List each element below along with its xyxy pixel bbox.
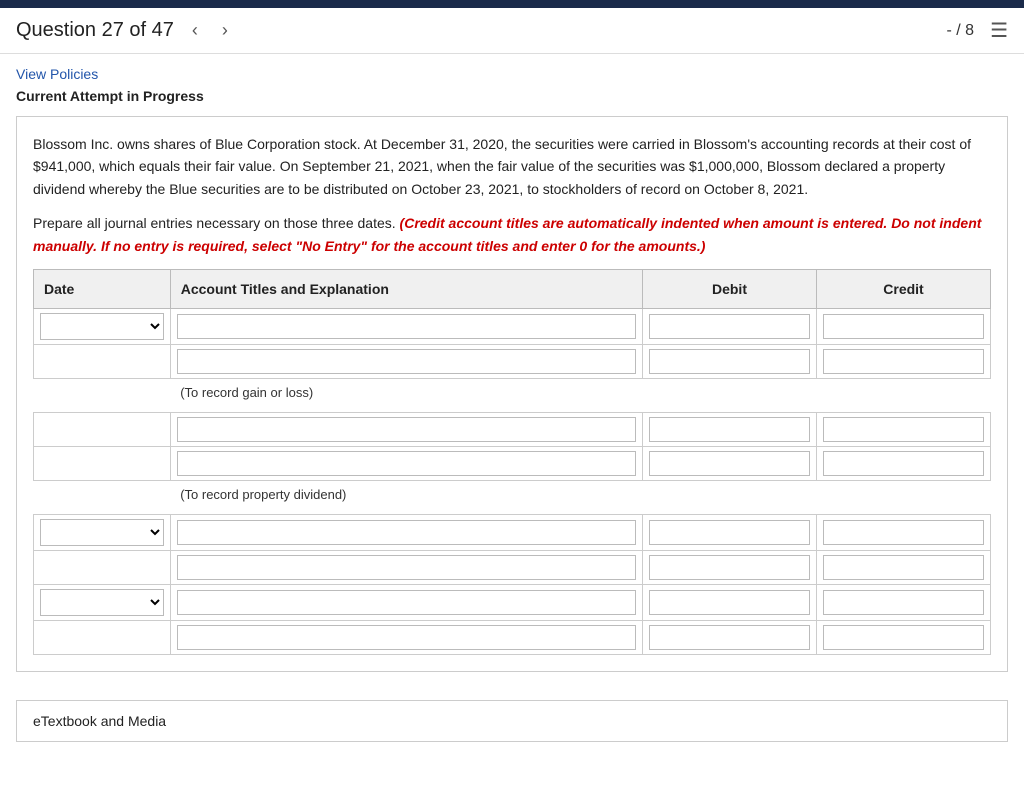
credit-input-2[interactable] — [823, 349, 984, 374]
current-attempt-label: Current Attempt in Progress — [16, 88, 1008, 104]
credit-input-8[interactable] — [823, 625, 984, 650]
table-row — [34, 309, 991, 345]
main-content: View Policies Current Attempt in Progres… — [0, 54, 1024, 700]
table-row — [34, 514, 991, 550]
debit-cell-8[interactable] — [642, 620, 816, 654]
table-row — [34, 584, 991, 620]
account-input-6[interactable] — [177, 555, 636, 580]
account-input-8[interactable] — [177, 625, 636, 650]
account-cell-3[interactable] — [170, 413, 642, 447]
account-cell-6[interactable] — [170, 550, 642, 584]
credit-input-1[interactable] — [823, 314, 984, 339]
credit-input-6[interactable] — [823, 555, 984, 580]
prepare-text: Prepare all journal entries necessary on… — [33, 212, 991, 257]
score-display: - / 8 — [947, 22, 975, 40]
table-row — [34, 345, 991, 379]
credit-cell-5[interactable] — [816, 514, 990, 550]
credit-cell-1[interactable] — [816, 309, 990, 345]
note-row-1: (To record gain or loss) — [34, 379, 991, 413]
debit-input-2[interactable] — [649, 349, 810, 374]
question-title: Question 27 of 47 — [16, 19, 174, 42]
date-select-7[interactable] — [40, 589, 164, 616]
table-header-row: Date Account Titles and Explanation Debi… — [34, 269, 991, 308]
account-input-4[interactable] — [177, 451, 636, 476]
date-cell-1[interactable] — [34, 309, 171, 345]
header-left: Question 27 of 47 ‹ › — [16, 18, 234, 43]
debit-input-3[interactable] — [649, 417, 810, 442]
credit-input-4[interactable] — [823, 451, 984, 476]
debit-cell-7[interactable] — [642, 584, 816, 620]
credit-input-7[interactable] — [823, 590, 984, 615]
credit-cell-6[interactable] — [816, 550, 990, 584]
account-input-7[interactable] — [177, 590, 636, 615]
debit-input-4[interactable] — [649, 451, 810, 476]
header-debit: Debit — [642, 269, 816, 308]
question-body: Blossom Inc. owns shares of Blue Corpora… — [33, 133, 991, 200]
date-select-1[interactable] — [40, 313, 164, 340]
date-cell-8 — [34, 620, 171, 654]
table-row — [34, 447, 991, 481]
header: Question 27 of 47 ‹ › - / 8 ☰ — [0, 8, 1024, 54]
prev-button[interactable]: ‹ — [186, 18, 204, 43]
debit-cell-2[interactable] — [642, 345, 816, 379]
credit-cell-3[interactable] — [816, 413, 990, 447]
account-cell-7[interactable] — [170, 584, 642, 620]
table-row — [34, 620, 991, 654]
date-cell-6 — [34, 550, 171, 584]
account-input-1[interactable] — [177, 314, 636, 339]
debit-input-6[interactable] — [649, 555, 810, 580]
date-cell-4 — [34, 447, 171, 481]
list-icon[interactable]: ☰ — [990, 18, 1008, 43]
debit-cell-1[interactable] — [642, 309, 816, 345]
table-row — [34, 413, 991, 447]
account-input-2[interactable] — [177, 349, 636, 374]
credit-input-5[interactable] — [823, 520, 984, 545]
date-cell-7[interactable] — [34, 584, 171, 620]
account-cell-8[interactable] — [170, 620, 642, 654]
debit-input-7[interactable] — [649, 590, 810, 615]
header-right: - / 8 ☰ — [947, 18, 1009, 43]
debit-cell-5[interactable] — [642, 514, 816, 550]
question-box: Blossom Inc. owns shares of Blue Corpora… — [16, 116, 1008, 672]
header-account: Account Titles and Explanation — [170, 269, 642, 308]
date-cell-3 — [34, 413, 171, 447]
note-row-2: (To record property dividend) — [34, 481, 991, 515]
note-label-2: (To record property dividend) — [170, 481, 990, 515]
debit-input-8[interactable] — [649, 625, 810, 650]
credit-cell-2[interactable] — [816, 345, 990, 379]
etextbook-label: eTextbook and Media — [33, 713, 166, 729]
date-select-5[interactable] — [40, 519, 164, 546]
debit-cell-4[interactable] — [642, 447, 816, 481]
table-row — [34, 550, 991, 584]
etextbook-bar: eTextbook and Media — [16, 700, 1008, 742]
journal-table: Date Account Titles and Explanation Debi… — [33, 269, 991, 655]
credit-cell-4[interactable] — [816, 447, 990, 481]
debit-input-5[interactable] — [649, 520, 810, 545]
account-cell-5[interactable] — [170, 514, 642, 550]
header-date: Date — [34, 269, 171, 308]
account-input-5[interactable] — [177, 520, 636, 545]
account-cell-2[interactable] — [170, 345, 642, 379]
view-policies-link[interactable]: View Policies — [16, 66, 1008, 82]
account-cell-1[interactable] — [170, 309, 642, 345]
note-label-1: (To record gain or loss) — [170, 379, 990, 413]
credit-input-3[interactable] — [823, 417, 984, 442]
debit-input-1[interactable] — [649, 314, 810, 339]
date-cell-5[interactable] — [34, 514, 171, 550]
credit-cell-7[interactable] — [816, 584, 990, 620]
account-input-3[interactable] — [177, 417, 636, 442]
debit-cell-6[interactable] — [642, 550, 816, 584]
top-bar — [0, 0, 1024, 8]
date-cell-2 — [34, 345, 171, 379]
debit-cell-3[interactable] — [642, 413, 816, 447]
credit-cell-8[interactable] — [816, 620, 990, 654]
header-credit: Credit — [816, 269, 990, 308]
account-cell-4[interactable] — [170, 447, 642, 481]
next-button[interactable]: › — [216, 18, 234, 43]
